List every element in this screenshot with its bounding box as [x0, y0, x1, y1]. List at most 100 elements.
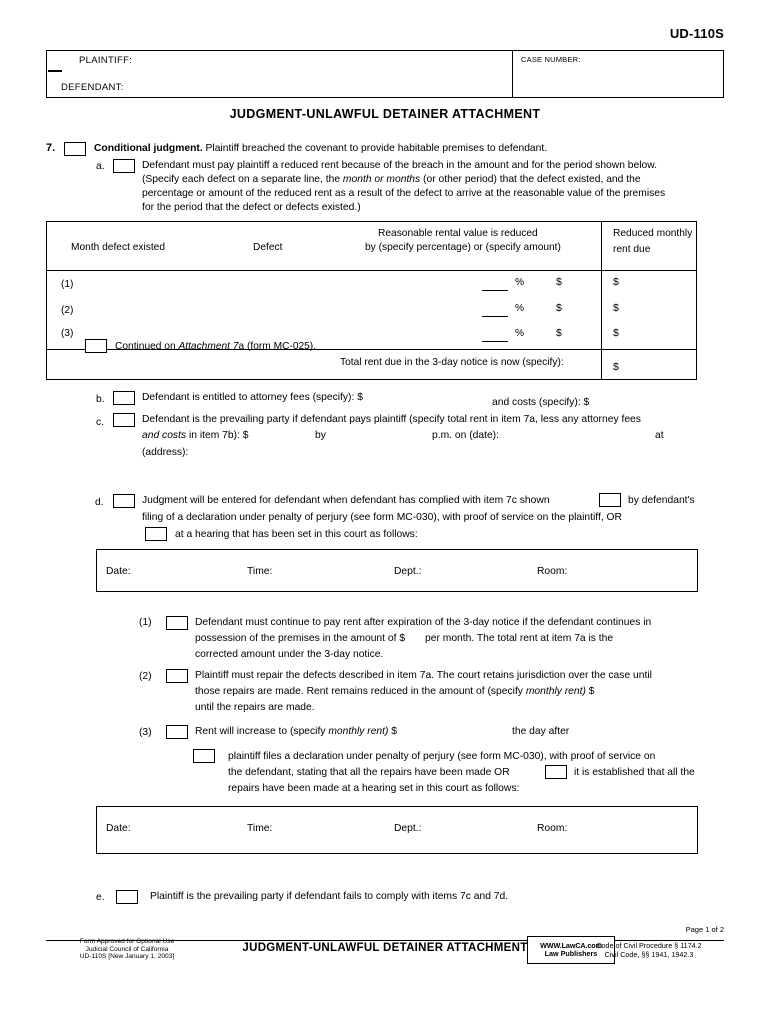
caption-left-dash	[48, 70, 62, 72]
item-7d1-line1: Defendant must continue to pay rent afte…	[195, 617, 652, 628]
caption-divider	[512, 51, 513, 97]
item-7b-text: Defendant is entitled to attorney fees (…	[142, 392, 363, 403]
item-7d-line3: at a hearing that has been set in this c…	[175, 529, 418, 540]
table-row-2-percent-symbol: %	[515, 303, 525, 314]
item-7d2-marker: (2)	[139, 671, 152, 682]
case-number-label: CASE NUMBER:	[521, 55, 581, 64]
item-7d3-line1-tail: the day after	[512, 726, 570, 737]
item-7c-marker: c.	[96, 417, 105, 428]
page-title: JUDGMENT-UNLAWFUL DETAINER ATTACHMENT	[229, 107, 541, 121]
item-7c-at: at	[655, 430, 664, 441]
hearing-1-dept-label: Dept.:	[394, 566, 422, 577]
caption-box: PLAINTIFF: DEFENDANT: CASE NUMBER:	[46, 50, 724, 98]
item-7d3-line1-post: $	[388, 726, 398, 737]
checkbox-item-7d3-established[interactable]	[545, 765, 567, 779]
item-7d1-line2-post: per month. The total rent at item 7a is …	[425, 633, 614, 644]
item-7b-marker: b.	[96, 394, 105, 405]
table-row-2-dollar: $	[556, 302, 562, 314]
item-7c-pm-on-date: p.m. on (date):	[432, 430, 499, 441]
item-7d3-line1-pre: Rent will increase to (specify	[195, 726, 329, 737]
item-7d-line1: Judgment will be entered for defendant w…	[142, 495, 550, 506]
table-row-1-reduced-dollar: $	[613, 276, 619, 288]
footer-citation-line2: Civil Code, §§ 1941, 1942.3	[604, 950, 694, 959]
item-7-heading-rest: Plaintiff breached the covenant to provi…	[202, 143, 548, 154]
table-header-monthly-line1: Reduced monthly	[613, 228, 693, 239]
item-7d2-line3: until the repairs are made.	[195, 702, 315, 713]
item-7d-line1-tail: by defendant's	[628, 495, 695, 506]
hearing-1-date-label: Date:	[106, 566, 131, 577]
item-7a-marker: a.	[96, 161, 105, 172]
table-header-monthly-line2: rent due	[613, 244, 651, 255]
checkbox-item-7e[interactable]	[116, 890, 138, 904]
hearing-2-dept-label: Dept.:	[394, 823, 422, 834]
item-7d2-line1: Plaintiff must repair the defects descri…	[195, 670, 652, 681]
table-row-1-percent-symbol: %	[515, 277, 525, 288]
item-7d3-sub-line2: the defendant, stating that all the repa…	[228, 767, 510, 778]
checkbox-item-7d1[interactable]	[166, 616, 188, 630]
checkbox-item-7d2[interactable]	[166, 669, 188, 683]
table-row-3-percent-symbol: %	[515, 328, 525, 339]
table-row-1-percent-blank[interactable]	[482, 290, 508, 291]
checkbox-item-7b[interactable]	[113, 391, 135, 405]
table-header-defect: Defect	[253, 242, 283, 253]
item-7c-line3: (address):	[142, 447, 189, 458]
table-row-2-label: (2)	[61, 305, 74, 316]
item-7d3-line1: Rent will increase to (specify monthly r…	[195, 725, 397, 739]
hearing-box-1: Date: Time: Dept.: Room:	[96, 549, 698, 592]
item-7d3-sub-line1: plaintiff files a declaration under pena…	[228, 751, 656, 762]
item-7d3-marker: (3)	[139, 727, 152, 738]
item-7b-costs-text: and costs (specify): $	[492, 397, 590, 408]
table-continued-post: a (form MC-025).	[238, 341, 317, 352]
item-7e-text: Plaintiff is the prevailing party if def…	[150, 891, 509, 902]
item-7d1-line2-pre: possession of the premises in the amount…	[195, 633, 406, 644]
item-7d2-line2-pre: those repairs are made. Rent remains red…	[195, 686, 526, 697]
footer-citation-line1: Code of Civil Procedure § 1174.2	[596, 941, 702, 950]
table-row-3-reduced-dollar: $	[613, 327, 619, 339]
checkbox-item-7d3-declaration[interactable]	[193, 749, 215, 763]
checkbox-item-7d3[interactable]	[166, 725, 188, 739]
table-row-2-percent-blank[interactable]	[482, 316, 508, 317]
hearing-1-time-label: Time:	[247, 566, 273, 577]
table-header-month: Month defect existed	[71, 242, 166, 253]
form-number: UD-110S	[669, 26, 724, 41]
item-7d2-line2: those repairs are made. Rent remains red…	[195, 685, 595, 699]
table-header-rule	[47, 270, 696, 271]
item-7-number: 7.	[46, 142, 56, 154]
table-header-reduced-line1: Reasonable rental value is reduced	[378, 228, 538, 239]
checkbox-item-7c[interactable]	[113, 413, 135, 427]
item-7c-line1: Defendant is the prevailing party if def…	[142, 414, 641, 425]
item-7d2-line2-post: $	[585, 686, 595, 697]
table-row-2-reduced-dollar: $	[613, 302, 619, 314]
item-7c-line2-emphasis: and costs	[142, 430, 187, 441]
table-continued-text: Continued on Attachment 7a (form MC-025)…	[115, 340, 316, 354]
item-7c-line2: and costs in item 7b): $	[142, 429, 248, 443]
item-7d2-line2-emphasis: monthly rent)	[525, 686, 586, 697]
item-7d3-sub-line2-tail: it is established that all the	[574, 767, 695, 778]
checkbox-continued-attachment[interactable]	[85, 339, 107, 353]
table-col-divider	[601, 222, 602, 379]
checkbox-item-7d[interactable]	[113, 494, 135, 508]
table-row-3-label: (3)	[61, 328, 74, 339]
table-row-1-dollar: $	[556, 276, 562, 288]
item-7d1-marker: (1)	[139, 617, 152, 628]
table-continued-emphasis: Attachment 7	[178, 341, 239, 352]
checkbox-item-7d-hearing[interactable]	[145, 527, 167, 541]
table-row-3-percent-blank[interactable]	[482, 341, 508, 342]
table-row-3-dollar: $	[556, 327, 562, 339]
checkbox-item-7[interactable]	[64, 142, 86, 156]
checkbox-item-7d-by-defendant[interactable]	[599, 493, 621, 507]
item-7-heading-bold: Conditional judgment.	[94, 143, 203, 154]
hearing-box-2: Date: Time: Dept.: Room:	[96, 806, 698, 854]
form-page: UD-110S PLAINTIFF: DEFENDANT: CASE NUMBE…	[0, 0, 770, 1024]
defendant-label: DEFENDANT:	[61, 82, 124, 93]
item-7e-marker: e.	[96, 892, 105, 903]
item-7d-line2: filing of a declaration under penalty of…	[142, 512, 622, 523]
item-7c-by: by	[315, 430, 326, 441]
hearing-2-time-label: Time:	[247, 823, 273, 834]
page-number: Page 1 of 2	[685, 925, 724, 934]
table-header-reduced-line2: by (specify percentage) or (specify amou…	[365, 242, 561, 253]
item-7c-line2-post: in item 7b): $	[186, 430, 249, 441]
item-7a-line2-post: (or other period) that the defect existe…	[420, 174, 641, 185]
checkbox-item-7a[interactable]	[113, 159, 135, 173]
item-7a-line2: (Specify each defect on a separate line,…	[142, 173, 722, 187]
